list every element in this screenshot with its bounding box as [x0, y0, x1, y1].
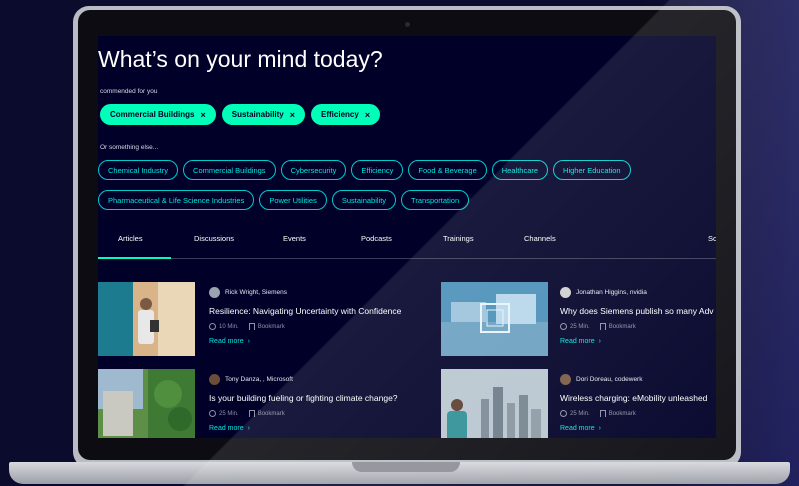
article-author: Dori Doreau, codewerk — [560, 374, 642, 385]
article-meta: 10 Min. Bookmark — [209, 323, 285, 330]
chevron-right-icon: › — [247, 338, 250, 345]
chevron-right-icon: › — [598, 425, 601, 432]
recommended-chip[interactable]: Sustainability × — [221, 104, 306, 125]
bookmark-button[interactable]: Bookmark — [248, 410, 285, 417]
topic-chip[interactable]: Healthcare — [491, 160, 549, 180]
article-title[interactable]: Wireless charging: eMobility unleashed — [560, 393, 707, 403]
tab-discussions[interactable]: Discussions — [194, 234, 234, 243]
tabs-divider — [98, 258, 716, 259]
article-thumbnail — [98, 282, 195, 356]
laptop-screen: What’s on your mind today? commended for… — [98, 36, 716, 438]
chip-label: Commercial Buildings — [110, 110, 195, 119]
chip-label: Sustainability — [231, 110, 284, 119]
article-title[interactable]: Is your building fueling or fighting cli… — [209, 393, 398, 403]
article-title[interactable]: Why does Siemens publish so many Adv — [560, 306, 714, 316]
topic-chip[interactable]: Power Utilities — [259, 190, 327, 210]
article-thumbnail — [441, 282, 548, 356]
laptop-notch — [352, 462, 460, 472]
clock-icon — [560, 323, 567, 330]
article-title[interactable]: Resilience: Navigating Uncertainty with … — [209, 306, 401, 316]
bookmark-button[interactable]: Bookmark — [599, 410, 636, 417]
topic-chips-row: Pharmaceutical & Life Science Industries… — [98, 190, 470, 210]
tab-channels[interactable]: Channels — [524, 234, 556, 243]
article-meta: 25 Min. Bookmark — [560, 410, 636, 417]
page-title: What’s on your mind today? — [98, 46, 383, 72]
chevron-right-icon: › — [598, 338, 601, 345]
topic-chips-row: Chemical Industry Commercial Buildings C… — [98, 160, 631, 180]
content-tabs: Articles Discussions Events Podcasts Tra… — [98, 234, 716, 260]
topic-chip[interactable]: Sustainability — [331, 190, 397, 210]
recommended-chips: Commercial Buildings × Sustainability × Ef… — [100, 104, 381, 125]
bookmark-icon — [248, 410, 255, 417]
tab-more[interactable]: So — [708, 234, 716, 243]
topic-chip[interactable]: Commercial Buildings — [183, 160, 276, 180]
read-more-link[interactable]: Read more › — [209, 425, 250, 432]
chip-label: Efficiency — [321, 110, 359, 119]
active-tab-indicator — [98, 257, 171, 259]
clock-icon — [209, 323, 216, 330]
read-more-link[interactable]: Read more › — [560, 338, 601, 345]
topic-chip[interactable]: Transportation — [401, 190, 470, 210]
recommended-chip[interactable]: Commercial Buildings × — [100, 104, 216, 125]
bookmark-button[interactable]: Bookmark — [599, 323, 636, 330]
article-author: Rick Wright, Siemens — [209, 287, 287, 298]
article-author: Tony Danza, , Microsoft — [209, 374, 293, 385]
avatar — [209, 374, 220, 385]
close-icon[interactable]: × — [290, 110, 295, 120]
article-meta: 25 Min. Bookmark — [209, 410, 285, 417]
bookmark-icon — [599, 323, 606, 330]
topic-chip[interactable]: Higher Education — [553, 160, 631, 180]
tab-trainings[interactable]: Trainings — [443, 234, 474, 243]
bookmark-button[interactable]: Bookmark — [248, 323, 285, 330]
topic-chip[interactable]: Chemical Industry — [98, 160, 179, 180]
recommended-chip[interactable]: Efficiency × — [311, 104, 381, 125]
tab-articles[interactable]: Articles — [118, 234, 143, 243]
chevron-right-icon: › — [247, 425, 250, 432]
topic-chip[interactable]: Cybersecurity — [280, 160, 347, 180]
webcam — [405, 22, 410, 27]
close-icon[interactable]: × — [365, 110, 370, 120]
avatar — [560, 374, 571, 385]
read-more-link[interactable]: Read more › — [560, 425, 601, 432]
tab-events[interactable]: Events — [283, 234, 306, 243]
topic-chip[interactable]: Efficiency — [351, 160, 404, 180]
tab-podcasts[interactable]: Podcasts — [361, 234, 392, 243]
bookmark-icon — [599, 410, 606, 417]
close-icon[interactable]: × — [200, 110, 205, 120]
bookmark-icon — [248, 323, 255, 330]
clock-icon — [560, 410, 567, 417]
article-thumbnail — [441, 369, 548, 438]
article-card[interactable]: Rick Wright, Siemens Resilience: Navigat… — [98, 282, 401, 357]
article-card[interactable]: Dori Doreau, codewerk Wireless charging:… — [441, 369, 716, 438]
read-more-link[interactable]: Read more › — [209, 338, 250, 345]
avatar — [209, 287, 220, 298]
article-meta: 25 Min. Bookmark — [560, 323, 636, 330]
article-card[interactable]: Jonathan Higgins, nvidia Why does Siemen… — [441, 282, 716, 357]
topic-chip[interactable]: Pharmaceutical & Life Science Industries — [98, 190, 255, 210]
topic-chip[interactable]: Food & Beverage — [408, 160, 487, 180]
clock-icon — [209, 410, 216, 417]
something-else-label: Or something else... — [100, 144, 159, 151]
article-card[interactable]: Tony Danza, , Microsoft Is your building… — [98, 369, 398, 438]
article-thumbnail — [98, 369, 195, 438]
article-author: Jonathan Higgins, nvidia — [560, 287, 647, 298]
avatar — [560, 287, 571, 298]
recommended-label: commended for you — [100, 88, 158, 95]
